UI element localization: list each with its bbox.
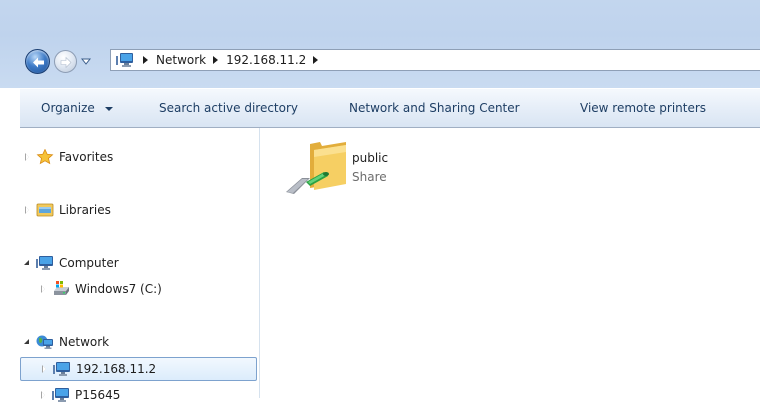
- computer-icon: [36, 255, 54, 271]
- network-icon: [36, 334, 54, 350]
- expand-arrow-icon[interactable]: [39, 364, 49, 374]
- recent-pages-dropdown-icon: [80, 58, 92, 65]
- address-bar[interactable]: Network 192.168.11.2: [110, 49, 760, 71]
- nav-item-label: Windows7 (C:): [75, 282, 162, 296]
- drive-icon: [52, 281, 70, 297]
- recent-pages-button[interactable]: [80, 55, 92, 67]
- nav-item-label: 192.168.11.2: [76, 362, 157, 376]
- computer-icon: [53, 361, 71, 377]
- nav-item-label: P15645: [75, 388, 121, 402]
- breadcrumb-network[interactable]: Network: [155, 51, 207, 69]
- forward-button[interactable]: [54, 50, 77, 73]
- nav-item-host-192-168-11-2[interactable]: 192.168.11.2: [20, 357, 257, 381]
- nav-item-label: Network: [59, 335, 110, 349]
- collapse-arrow-icon[interactable]: [22, 258, 32, 268]
- nav-item-host-p15645[interactable]: P15645: [38, 384, 120, 406]
- nav-item-libraries[interactable]: Libraries: [22, 199, 111, 221]
- nav-item-label: Libraries: [59, 203, 111, 217]
- expand-arrow-icon[interactable]: [22, 205, 32, 215]
- chevron-down-icon: [104, 106, 113, 111]
- search-active-directory-button[interactable]: Search active directory: [159, 101, 298, 115]
- expand-arrow-icon[interactable]: [22, 152, 32, 162]
- breadcrumb-separator[interactable]: [143, 56, 148, 64]
- star-icon: [36, 148, 54, 165]
- window-title-bar: Network 192.168.11.2: [0, 0, 760, 88]
- nav-item-computer[interactable]: Computer: [22, 252, 119, 274]
- breadcrumb-separator[interactable]: [213, 56, 219, 64]
- organize-menu-button[interactable]: Organize: [41, 101, 113, 115]
- expand-arrow-icon[interactable]: [38, 284, 48, 294]
- nav-item-favorites[interactable]: Favorites: [22, 146, 113, 168]
- share-name: public: [352, 151, 389, 165]
- computer-icon: [52, 387, 70, 403]
- collapse-arrow-icon[interactable]: [22, 337, 32, 347]
- share-type: Share: [352, 170, 387, 184]
- back-button[interactable]: [25, 49, 50, 74]
- content-pane: public Share: [260, 128, 760, 398]
- back-arrow-icon: [33, 57, 44, 68]
- nav-item-label: Favorites: [59, 150, 114, 164]
- network-and-sharing-center-button[interactable]: Network and Sharing Center: [349, 101, 520, 115]
- nav-item-network[interactable]: Network: [22, 331, 109, 353]
- libraries-icon: [36, 202, 54, 218]
- shared-folder-icon: [284, 138, 348, 198]
- breadcrumb-separator[interactable]: [313, 56, 319, 64]
- computer-network-icon: [115, 52, 135, 68]
- share-item-public[interactable]: public Share: [284, 138, 424, 198]
- view-remote-printers-button[interactable]: View remote printers: [580, 101, 706, 115]
- expand-arrow-icon[interactable]: [38, 390, 48, 400]
- organize-label: Organize: [41, 101, 95, 115]
- breadcrumb-host[interactable]: 192.168.11.2: [225, 51, 307, 69]
- navigation-pane: Favorites Libraries Computer Windows7 (C…: [20, 128, 260, 402]
- forward-arrow-icon: [60, 56, 72, 69]
- nav-item-label: Computer: [59, 256, 119, 270]
- command-bar: Organize Search active directory Network…: [20, 88, 760, 128]
- nav-item-windows7-drive[interactable]: Windows7 (C:): [38, 278, 162, 300]
